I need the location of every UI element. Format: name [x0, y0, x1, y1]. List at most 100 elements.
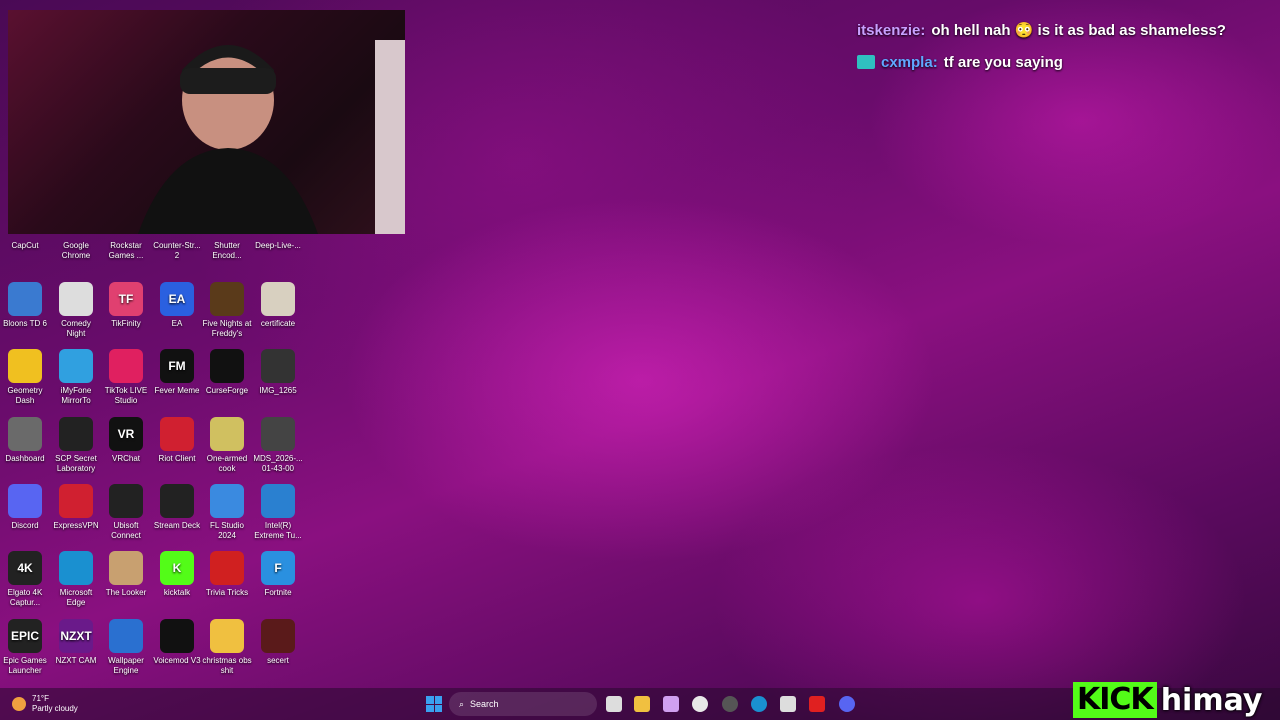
- chat-message: cxmpla: tf are you saying: [857, 46, 1267, 78]
- app-icon: [210, 619, 244, 653]
- desktop-icon[interactable]: CurseForge: [202, 349, 252, 396]
- desktop-icon[interactable]: IMG_1265: [253, 349, 303, 396]
- app-icon: [8, 417, 42, 451]
- app-icon: [210, 484, 244, 518]
- desktop-icon[interactable]: Google Chrome: [51, 204, 101, 261]
- desktop-icon[interactable]: Trivia Tricks: [202, 551, 252, 598]
- desktop-icon[interactable]: EPIC Epic Games Launcher: [0, 619, 50, 676]
- desktop-icon-label: Riot Client: [158, 454, 196, 463]
- app-icon: [210, 349, 244, 383]
- desktop-icon[interactable]: One-armed cook: [202, 417, 252, 474]
- desktop-icon[interactable]: certificate: [253, 282, 303, 329]
- desktop-icon-label: Voicemod V3: [153, 656, 201, 665]
- desktop-icon[interactable]: ExpressVPN: [51, 484, 101, 531]
- desktop-icon[interactable]: Dashboard: [0, 417, 50, 464]
- app-icon: F: [261, 551, 295, 585]
- desktop-icon[interactable]: The Looker: [101, 551, 151, 598]
- desktop-icon[interactable]: TikTok LIVE Studio: [101, 349, 151, 406]
- desktop-icon[interactable]: FM Fever Meme: [152, 349, 202, 396]
- desktop-icon[interactable]: secert: [253, 619, 303, 666]
- desktop-icon[interactable]: FL Studio 2024: [202, 484, 252, 541]
- desktop-icon[interactable]: Counter-Str... 2: [152, 204, 202, 261]
- desktop-icon[interactable]: NZXT NZXT CAM: [51, 619, 101, 666]
- desktop-icon[interactable]: VR VRChat: [101, 417, 151, 464]
- app-icon: [261, 417, 295, 451]
- obs-icon[interactable]: [722, 696, 738, 712]
- desktop-icon-label: CurseForge: [205, 386, 249, 395]
- taskbar-search[interactable]: ⌕ Search: [449, 692, 597, 716]
- chrome-icon[interactable]: [692, 696, 708, 712]
- desktop-icon[interactable]: Ubisoft Connect: [101, 484, 151, 541]
- app-icon: [59, 349, 93, 383]
- desktop-icon[interactable]: Wallpaper Engine: [101, 619, 151, 676]
- desktop-icon-label: Shutter Encod...: [212, 241, 242, 260]
- desktop-icon[interactable]: Comedy Night: [51, 282, 101, 339]
- app-icon: [59, 484, 93, 518]
- copilot-icon[interactable]: [663, 696, 679, 712]
- chat-message: itskenzie: oh hell nah 😳 is it as bad as…: [857, 14, 1267, 46]
- desktop-icon-label: christmas obs shit: [202, 656, 252, 675]
- desktop-icon-label: Counter-Str... 2: [153, 241, 201, 260]
- app-icon: K: [160, 551, 194, 585]
- youtube-icon[interactable]: [809, 696, 825, 712]
- desktop-icon[interactable]: 4K Elgato 4K Captur...: [0, 551, 50, 608]
- start-button[interactable]: [426, 696, 442, 712]
- desktop-icon-label: Elgato 4K Captur...: [7, 588, 43, 607]
- desktop-icon-label: Epic Games Launcher: [3, 656, 47, 675]
- desktop-icon-label: Ubisoft Connect: [111, 521, 141, 540]
- desktop-icon[interactable]: Microsoft Edge: [51, 551, 101, 608]
- desktop-icon-label: Fortnite: [264, 588, 292, 597]
- desktop-icon-label: Stream Deck: [153, 521, 201, 530]
- desktop-icon[interactable]: Five Nights at Freddy's: [202, 282, 252, 339]
- task-view-icon[interactable]: [606, 696, 622, 712]
- app-icon: [261, 619, 295, 653]
- desktop-icon[interactable]: Stream Deck: [152, 484, 202, 531]
- desktop-icon[interactable]: TF TikFinity: [101, 282, 151, 329]
- desktop-icon[interactable]: CapCut: [0, 204, 50, 251]
- desktop-icon[interactable]: Deep-Live-...: [253, 204, 303, 251]
- store-icon[interactable]: [780, 696, 796, 712]
- desktop-icon[interactable]: RRockstar Games ...: [101, 204, 151, 261]
- desktop-icon[interactable]: Kkicktalk: [152, 551, 202, 598]
- desktop-icon[interactable]: Voicemod V3: [152, 619, 202, 666]
- desktop-icon[interactable]: Riot Client: [152, 417, 202, 464]
- desktop-icon-label: Bloons TD 6: [3, 319, 47, 328]
- file-explorer-icon[interactable]: [634, 696, 650, 712]
- weather-widget[interactable]: 71°F Partly cloudy: [12, 694, 78, 714]
- desktop-icon-label: Geometry Dash: [7, 386, 43, 405]
- desktop-icon-label: NZXT CAM: [55, 656, 97, 665]
- desktop-icon[interactable]: iMyFone MirrorTo: [51, 349, 101, 406]
- app-icon: EPIC: [8, 619, 42, 653]
- desktop-icon[interactable]: Intel(R) Extreme Tu...: [253, 484, 303, 541]
- desktop-icon-label: MDS_2026-... 01-43-00: [253, 454, 303, 473]
- desktop-icon-label: certificate: [260, 319, 296, 328]
- desktop-icon[interactable]: Shutter Encod...: [202, 204, 252, 261]
- desktop-icon-label: Five Nights at Freddy's: [202, 319, 252, 338]
- chat-username: itskenzie:: [857, 21, 926, 39]
- desktop-icon-label: kicktalk: [163, 588, 191, 597]
- desktop-icon[interactable]: F Fortnite: [253, 551, 303, 598]
- channel-name: himay: [1160, 682, 1263, 718]
- app-icon: [160, 417, 194, 451]
- search-placeholder: Search: [470, 699, 499, 709]
- desktop-icon[interactable]: christmas obs shit: [202, 619, 252, 676]
- desktop-icon-label: TikTok LIVE Studio: [104, 386, 148, 405]
- desktop-icon-label: EA: [171, 319, 183, 328]
- desktop-icon[interactable]: SCP Secret Laboratory: [51, 417, 101, 474]
- desktop-icon[interactable]: Geometry Dash: [0, 349, 50, 406]
- subscriber-badge-icon: [857, 55, 875, 69]
- desktop-icon-label: Fever Meme: [154, 386, 200, 395]
- desktop-icon[interactable]: MDS_2026-... 01-43-00: [253, 417, 303, 474]
- chat-text: oh hell nah 😳 is it as bad as shameless?: [931, 22, 1226, 39]
- desktop-icon-label: Wallpaper Engine: [108, 656, 144, 675]
- app-icon: EA: [160, 282, 194, 316]
- edge-icon[interactable]: [751, 696, 767, 712]
- desktop-icon[interactable]: Bloons TD 6: [0, 282, 50, 329]
- desktop-icon-label: Discord: [11, 521, 39, 530]
- app-icon: TF: [109, 282, 143, 316]
- desktop-icon-label: Comedy Night: [61, 319, 91, 338]
- desktop-icon[interactable]: Discord: [0, 484, 50, 531]
- app-icon: [261, 349, 295, 383]
- desktop-icon[interactable]: EA EA: [152, 282, 202, 329]
- discord-icon[interactable]: [839, 696, 855, 712]
